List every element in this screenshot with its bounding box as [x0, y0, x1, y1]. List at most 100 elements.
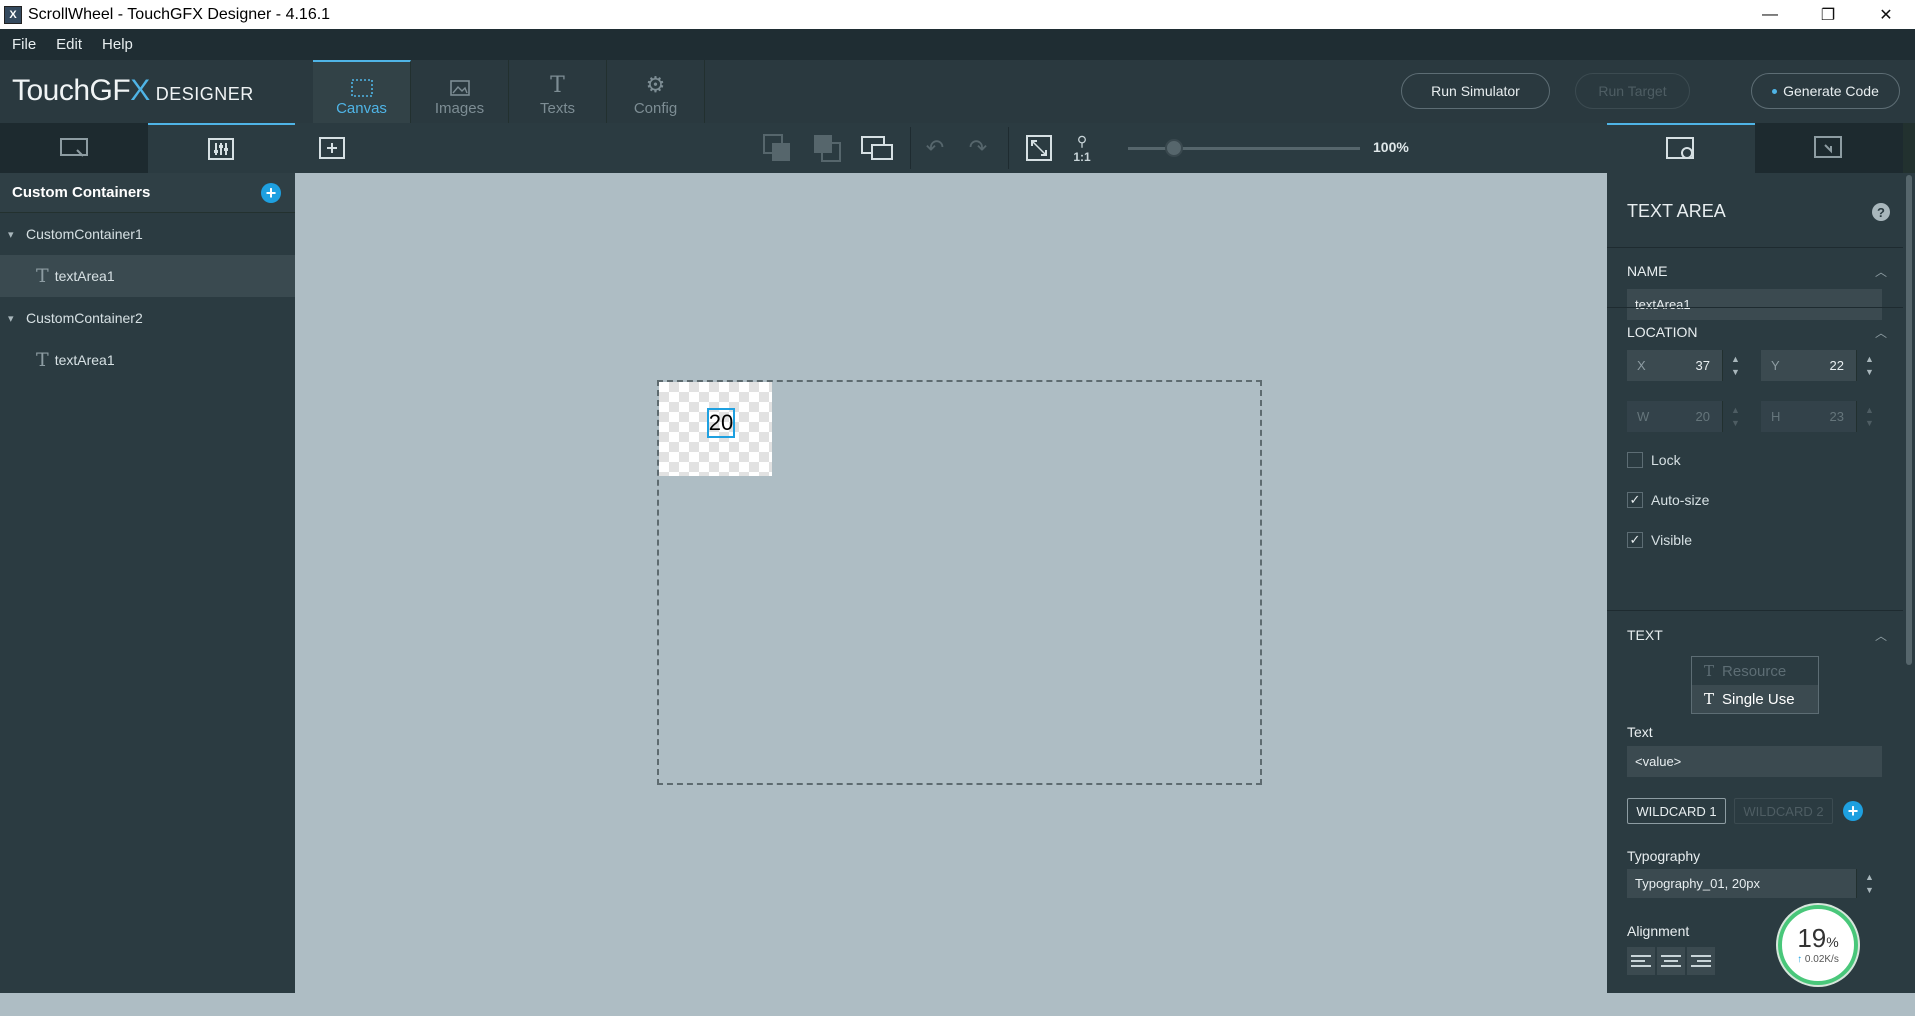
y-stepper[interactable]: ▲ ▼	[1856, 350, 1882, 381]
lock-checkbox[interactable]: Lock	[1627, 452, 1681, 468]
text-icon: T	[36, 265, 49, 287]
left-panel-tabs	[0, 123, 295, 173]
tab-texts-label: Texts	[539, 100, 575, 117]
x-field[interactable]: X 37	[1627, 350, 1722, 381]
single-use-label: Single Use	[1722, 690, 1795, 708]
text-section-title: TEXT	[1627, 627, 1663, 643]
canvas-icon	[350, 79, 373, 97]
add-widget-button[interactable]	[315, 132, 349, 164]
tree-item-textarea1-selected[interactable]: T textArea1	[0, 255, 295, 297]
text-icon: T	[1704, 662, 1715, 680]
network-monitor-widget[interactable]: 19% ↑ 0.02K/s	[1778, 905, 1858, 985]
align-right-button[interactable]	[1687, 947, 1715, 975]
wildcard-1-button[interactable]: WILDCARD 1	[1627, 798, 1726, 824]
toolbar-divider	[910, 127, 911, 169]
interactions-icon	[1814, 136, 1842, 158]
menu-file[interactable]: File	[4, 36, 44, 53]
properties-scrollbar[interactable]	[1903, 173, 1915, 993]
checkmark-icon: ✓	[1627, 532, 1643, 548]
name-section-title: NAME	[1627, 263, 1668, 279]
app-icon: X	[4, 5, 22, 24]
logo-designer: DESIGNER	[155, 84, 254, 104]
typography-select-arrows[interactable]: ▲ ▼	[1856, 869, 1882, 898]
tab-texts[interactable]: T Texts	[509, 60, 607, 123]
tab-interactions[interactable]	[1755, 123, 1903, 173]
fit-screen-icon	[1026, 135, 1052, 161]
visible-label: Visible	[1651, 532, 1692, 548]
zoom-1-1-button[interactable]: ⚲ 1:1	[1065, 132, 1099, 164]
chevron-down-icon[interactable]: ▾	[8, 312, 22, 325]
tree-item-customcontainer2[interactable]: ▾ CustomContainer2	[0, 297, 295, 339]
network-rate: ↑ 0.02K/s	[1797, 954, 1839, 965]
tree-item-customcontainer1[interactable]: ▾ CustomContainer1	[0, 213, 295, 255]
tab-images[interactable]: Images	[411, 60, 509, 123]
visible-checkbox[interactable]: ✓ Visible	[1627, 532, 1692, 548]
cpu-percent: 19%	[1797, 925, 1838, 951]
tab-canvas[interactable]: Canvas	[313, 60, 411, 123]
single-use-option[interactable]: T Single Use	[1692, 685, 1818, 713]
tree-item-textarea1[interactable]: T textArea1	[0, 339, 295, 381]
align-left-button[interactable]	[1627, 947, 1655, 975]
tree-item-label: CustomContainer1	[26, 226, 143, 242]
w-label: W	[1637, 409, 1650, 424]
help-icon[interactable]: ?	[1872, 203, 1890, 221]
cpu-percent-value: 19	[1797, 923, 1827, 953]
y-field[interactable]: Y 22	[1761, 350, 1856, 381]
align-center-button[interactable]	[1657, 947, 1685, 975]
w-field: W 20	[1627, 401, 1722, 432]
tab-config[interactable]: ⚙ Config	[607, 60, 705, 123]
run-target-button[interactable]: Run Target	[1575, 73, 1690, 109]
x-value: 37	[1695, 358, 1710, 373]
autosize-checkbox[interactable]: ✓ Auto-size	[1627, 492, 1709, 508]
checkmark-icon: ✓	[1627, 492, 1643, 508]
toolbar-divider	[1008, 127, 1009, 169]
canvas-text-area-widget[interactable]: 20	[707, 408, 735, 438]
undo-button[interactable]: ↶	[918, 132, 952, 164]
sliders-icon	[208, 138, 235, 160]
minimize-button[interactable]: —	[1741, 0, 1799, 29]
tab-screens[interactable]	[0, 123, 148, 173]
tree-item-label: CustomContainer2	[26, 310, 143, 326]
touchgfx-logo: TouchGF X DESIGNER	[12, 74, 254, 108]
chevron-up-icon[interactable]: ︿	[1875, 627, 1887, 644]
wildcard-2-button[interactable]: WILDCARD 2	[1734, 798, 1833, 824]
chevron-down-icon[interactable]: ▾	[8, 228, 22, 241]
tab-properties[interactable]	[1607, 123, 1755, 173]
x-label: X	[1637, 358, 1646, 373]
image-icon	[449, 80, 470, 96]
send-backward-button[interactable]	[760, 132, 794, 164]
canvas-toolbar: ↶ ↷ ⚲ 1:1 100%	[295, 123, 1607, 173]
upload-arrow-icon: ↑	[1797, 954, 1803, 965]
chevron-up-icon[interactable]: ︿	[1875, 324, 1887, 341]
typography-select[interactable]: Typography_01, 20px	[1627, 869, 1856, 898]
bring-forward-button[interactable]	[810, 132, 844, 164]
maximize-button[interactable]: ❐	[1799, 0, 1857, 29]
run-simulator-button[interactable]: Run Simulator	[1401, 73, 1550, 109]
chevron-up-icon[interactable]: ︿	[1875, 263, 1887, 280]
text-value-field[interactable]: <value>	[1627, 746, 1882, 777]
x-stepper[interactable]: ▲ ▼	[1722, 350, 1748, 381]
redo-icon: ↷	[968, 135, 988, 160]
menu-help[interactable]: Help	[94, 36, 141, 53]
undo-icon: ↶	[925, 135, 945, 160]
properties-title: TEXT AREA	[1627, 201, 1726, 221]
scrollbar-thumb[interactable]	[1906, 175, 1912, 665]
add-custom-container-button[interactable]: +	[261, 182, 281, 203]
arrange-button[interactable]	[860, 132, 894, 164]
title-bar: X ScrollWheel - TouchGFX Designer - 4.16…	[0, 0, 1915, 29]
y-value: 22	[1829, 358, 1844, 373]
typography-label: Typography	[1627, 848, 1701, 864]
menu-edit[interactable]: Edit	[48, 36, 90, 53]
fit-to-screen-button[interactable]	[1022, 132, 1056, 164]
close-button[interactable]: ✕	[1857, 0, 1915, 29]
zoom-slider-handle[interactable]	[1165, 139, 1184, 157]
add-wildcard-button[interactable]: +	[1843, 801, 1863, 821]
design-canvas[interactable]: 20	[312, 173, 1607, 993]
zoom-slider[interactable]	[1128, 147, 1360, 150]
redo-button[interactable]: ↷	[961, 132, 995, 164]
resource-option[interactable]: T Resource	[1692, 657, 1818, 685]
tab-custom-containers[interactable]	[147, 123, 295, 173]
generate-code-button[interactable]: Generate Code	[1751, 73, 1900, 109]
zoom-1-1-label: 1:1	[1073, 149, 1091, 164]
percent-sign: %	[1826, 934, 1839, 950]
